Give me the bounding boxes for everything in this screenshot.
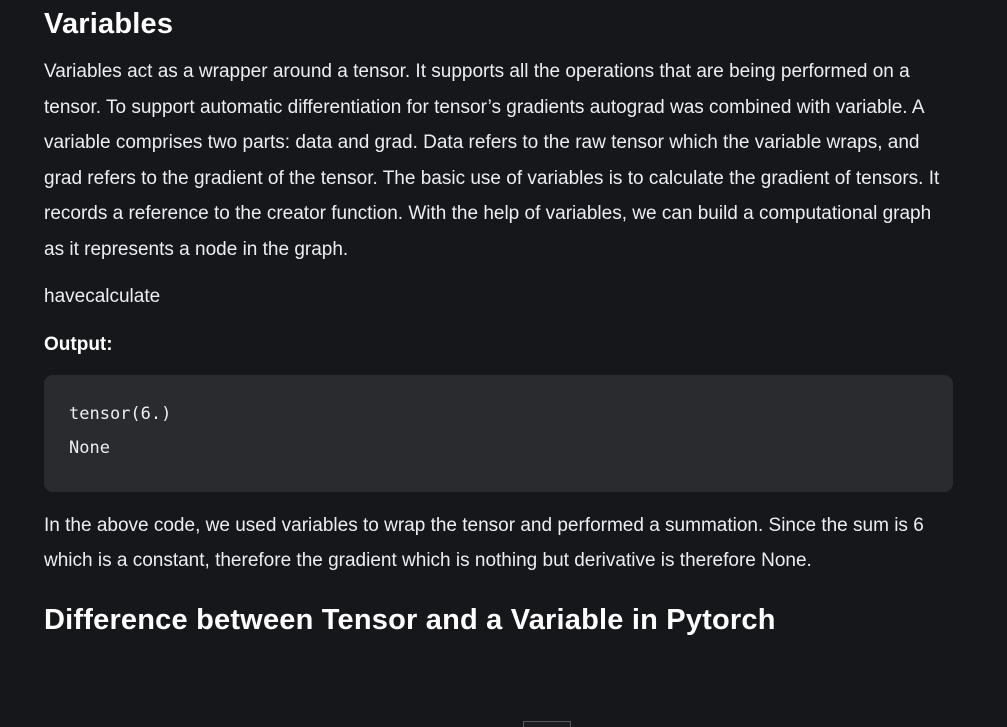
output-code-block: tensor(6.) None xyxy=(44,374,953,492)
page: { "section": { "title": "Variables", "in… xyxy=(0,0,1007,727)
output-line: None xyxy=(69,437,110,458)
article-content: Variables Variables act as a wrapper aro… xyxy=(44,0,956,639)
output-line: tensor(6.) xyxy=(69,403,172,424)
output-label: Output: xyxy=(44,333,113,355)
section-heading-variables: Variables xyxy=(44,8,174,40)
table-cell-edge xyxy=(523,721,571,727)
section-heading-difference: Difference between Tensor and a Variable… xyxy=(44,603,776,636)
code-label-text: havecalculate xyxy=(44,286,161,307)
explanation-paragraph: In the above code, we used variables to … xyxy=(44,514,924,572)
intro-paragraph: Variables act as a wrapper around a tens… xyxy=(44,61,940,260)
